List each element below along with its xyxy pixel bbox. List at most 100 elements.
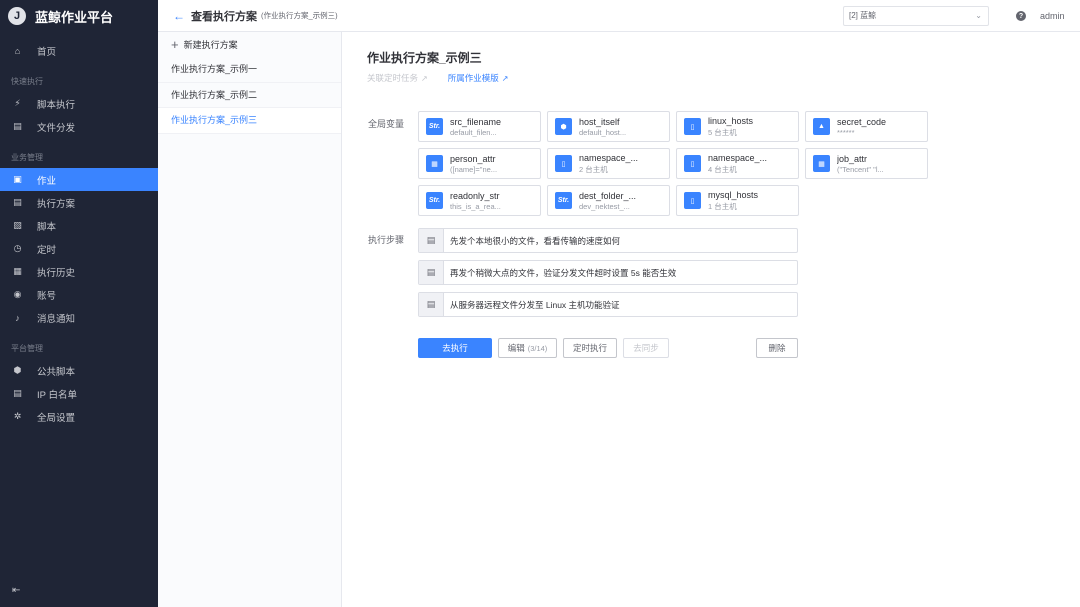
host-icon: ▯ [555, 155, 572, 172]
step-row[interactable]: ▤ 先发个本地很小的文件，看看传输的速度如何 [418, 228, 798, 253]
variable-name: namespace_... [708, 152, 768, 163]
plan-list-item-active[interactable]: 作业执行方案_示例三 [158, 108, 341, 134]
step-row[interactable]: ▤ 再发个稍微大点的文件，验证分发文件超时设置 5s 能否生效 [418, 260, 798, 285]
help-icon[interactable]: ? [1016, 11, 1026, 21]
variable-card[interactable]: ⬢ host_itself default_host... [547, 111, 670, 142]
sidebar-item-label: 执行历史 [37, 267, 76, 279]
plan-detail: 作业执行方案_示例三 关联定时任务 ↗ 所属作业模版 ↗ 全局变量 Str. src… [343, 32, 1080, 607]
variable-card[interactable]: Str. dest_folder_... dev_nektest_... [547, 185, 670, 216]
sidebar-item-plan[interactable]: ▤ 执行方案 [0, 191, 158, 214]
step-name: 先发个本地很小的文件，看看传输的速度如何 [450, 235, 621, 246]
nav-group-title: 平台管理 [11, 344, 43, 353]
sidebar-item-cron[interactable]: ◷ 定时 [0, 237, 158, 260]
sidebar-item-home[interactable]: ⌂ 首页 [0, 39, 158, 62]
page-title: 查看执行方案 [191, 10, 257, 23]
chevron-down-icon: ⌄ [975, 11, 982, 20]
whitelist-icon: ▤ [13, 388, 22, 398]
related-cron-label: 关联定时任务 [367, 73, 419, 83]
variable-card[interactable]: ▲ secret_code ****** [805, 111, 928, 142]
plan-list-item[interactable]: 作业执行方案_示例一 [158, 57, 341, 83]
host-icon: ▯ [684, 192, 701, 209]
sidebar-item-public-script[interactable]: ⬢ 公共脚本 [0, 359, 158, 382]
host-icon: ▯ [684, 155, 701, 172]
step-name: 再发个稍微大点的文件，验证分发文件超时设置 5s 能否生效 [450, 267, 677, 278]
nav-group-title: 业务管理 [11, 153, 43, 162]
gear-icon: ✲ [13, 411, 22, 421]
variable-name: src_filename [450, 116, 502, 127]
variable-name: namespace_... [579, 152, 639, 163]
variable-name: mysql_hosts [708, 189, 759, 200]
variable-card[interactable]: ▦ person_attr ([name]="ne... [418, 148, 541, 179]
sidebar-item-history[interactable]: ▦ 执行历史 [0, 260, 158, 283]
home-icon: ⌂ [14, 45, 21, 56]
business-select[interactable]: [2] 蓝鲸 ⌄ [843, 6, 989, 26]
host-icon: ▯ [684, 118, 701, 135]
sync-button: 去同步 [623, 338, 669, 358]
variable-card[interactable]: ▯ namespace_... 4 台主机 [676, 148, 799, 179]
sidebar-item-account[interactable]: ◉ 账号 [0, 283, 158, 306]
variable-name: person_attr [450, 153, 496, 164]
user-menu[interactable]: admin [1040, 11, 1065, 21]
variable-value: default_filen... [450, 127, 497, 137]
sidebar-item-ip-whitelist[interactable]: ▤ IP 白名单 [0, 382, 158, 405]
sidebar-item-script-run[interactable]: ⚡ 脚本执行 [0, 92, 158, 115]
variable-value: ("Tencent" "l... [837, 164, 884, 174]
external-link-icon: ↗ [501, 74, 509, 83]
variable-card[interactable]: ▦ job_attr ("Tencent" "l... [805, 148, 928, 179]
job-template-link[interactable]: 所属作业模版 ↗ [448, 72, 509, 84]
step-row[interactable]: ▤ 从服务器远程文件分发至 Linux 主机功能验证 [418, 292, 798, 317]
edit-button[interactable]: 编辑 (3/14) [498, 338, 557, 358]
back-arrow-icon[interactable]: ← [173, 9, 185, 23]
external-link-icon: ↗ [421, 74, 428, 83]
history-icon: ▦ [13, 266, 22, 276]
variable-value: 4 台主机 [708, 164, 737, 174]
sidebar-item-label: 账号 [37, 290, 57, 302]
sidebar-item-notify[interactable]: ♪ 消息通知 [0, 306, 158, 329]
variable-value: ****** [837, 127, 855, 137]
schedule-button[interactable]: 定时执行 [563, 338, 617, 358]
variable-name: job_attr [837, 153, 868, 164]
delete-button[interactable]: 删除 [756, 338, 798, 358]
sidebar-item-label: 首页 [37, 46, 57, 58]
sidebar-item-label: 全局设置 [37, 412, 76, 424]
public-script-icon: ⬢ [13, 365, 22, 375]
account-icon: ◉ [13, 289, 22, 299]
sidebar-item-label: 消息通知 [37, 313, 76, 325]
sidebar-item-script[interactable]: ▧ 脚本 [0, 214, 158, 237]
file-icon: ▤ [13, 121, 22, 131]
variable-card[interactable]: Str. src_filename default_filen... [418, 111, 541, 142]
sidebar-item-label: 作业 [37, 175, 57, 187]
plus-icon: + [171, 37, 179, 52]
collapse-sidebar-icon[interactable]: ⇤ [12, 585, 20, 596]
variable-value: 2 台主机 [579, 164, 608, 174]
bell-icon: ♪ [15, 312, 20, 323]
variable-card[interactable]: ▯ mysql_hosts 1 台主机 [676, 185, 799, 216]
new-plan-button[interactable]: + 新建执行方案 [158, 32, 341, 57]
variable-value: default_host... [579, 127, 627, 137]
file-step-icon: ▤ [419, 261, 444, 284]
variable-value: dev_nektest_... [579, 201, 630, 211]
plan-list-item[interactable]: 作业执行方案_示例二 [158, 83, 341, 108]
nav-group-title: 快速执行 [11, 77, 43, 86]
related-cron-link: 关联定时任务 ↗ [367, 72, 428, 84]
string-var-icon: Str. [426, 192, 443, 209]
plan-icon: ▤ [13, 197, 22, 207]
plan-links: 关联定时任务 ↗ 所属作业模版 ↗ [367, 72, 508, 84]
sidebar-item-settings[interactable]: ✲ 全局设置 [0, 405, 158, 428]
file-step-icon: ▤ [419, 229, 444, 252]
logo-row: J 蓝鲸作业平台 [0, 0, 158, 32]
sidebar-item-label: 定时 [37, 244, 57, 256]
sidebar-item-file-distribute[interactable]: ▤ 文件分发 [0, 115, 158, 138]
script-icon: ▧ [13, 220, 22, 230]
execute-button[interactable]: 去执行 [418, 338, 492, 358]
business-select-value: [2] 蓝鲸 [849, 11, 877, 20]
variable-card[interactable]: ▯ linux_hosts 5 台主机 [676, 111, 799, 142]
sidebar-item-label: 脚本 [37, 221, 57, 233]
variable-card[interactable]: Str. readonly_str this_is_a_rea... [418, 185, 541, 216]
sidebar-item-label: 公共脚本 [37, 366, 76, 378]
variable-card[interactable]: ▯ namespace_... 2 台主机 [547, 148, 670, 179]
script-run-icon: ⚡ [14, 98, 21, 108]
file-step-icon: ▤ [419, 293, 444, 316]
plan-title: 作业执行方案_示例三 [367, 51, 482, 65]
sidebar-item-job[interactable]: ▣ 作业 [0, 168, 158, 191]
